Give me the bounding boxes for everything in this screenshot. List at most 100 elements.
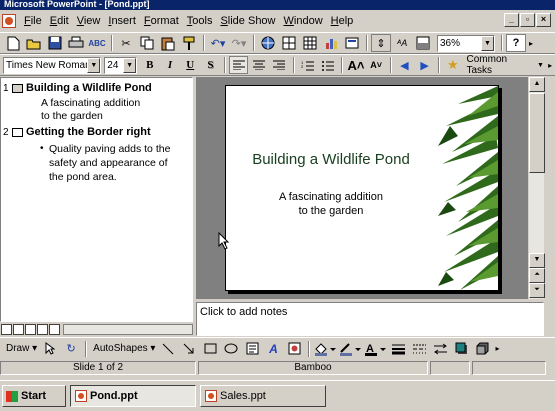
align-left-icon[interactable] — [229, 56, 249, 74]
menu-tools[interactable]: Tools — [183, 12, 217, 30]
menu-format[interactable]: Format — [140, 12, 183, 30]
common-tasks-star-icon[interactable]: ★ — [443, 56, 462, 74]
copy-icon[interactable] — [137, 34, 157, 52]
align-right-icon[interactable] — [270, 56, 289, 74]
start-button[interactable]: Start — [2, 385, 66, 407]
numbering-icon[interactable]: 12 — [298, 56, 317, 74]
slide-show-icon[interactable] — [49, 323, 60, 335]
insert-chart-icon[interactable] — [321, 34, 341, 52]
fill-color-icon[interactable] — [313, 340, 337, 358]
line-icon[interactable] — [158, 340, 178, 358]
zoom-select[interactable]: 36% ▼ — [437, 34, 495, 52]
underline-button[interactable]: U — [181, 56, 200, 74]
menu-file[interactable]: File — [20, 12, 46, 30]
chevron-down-icon[interactable]: ▼ — [87, 57, 101, 73]
scroll-thumb[interactable] — [529, 93, 545, 173]
oval-icon[interactable] — [221, 340, 241, 358]
toolbar-options-icon[interactable]: ▸ — [527, 34, 535, 52]
wordart-icon[interactable]: A — [263, 340, 283, 358]
toolbar-options-icon[interactable]: ▸ — [546, 56, 554, 74]
format-painter-icon[interactable] — [179, 34, 199, 52]
shadow-icon[interactable] — [451, 340, 471, 358]
menu-insert[interactable]: Insert — [104, 12, 140, 30]
italic-button[interactable]: I — [160, 56, 179, 74]
slide-view-icon[interactable] — [25, 323, 36, 335]
new-slide-icon[interactable] — [342, 34, 362, 52]
outline-view-icon[interactable] — [13, 323, 24, 335]
bullets-icon[interactable] — [318, 56, 337, 74]
dash-style-icon[interactable] — [409, 340, 429, 358]
scroll-down-icon[interactable]: ▼ — [529, 253, 545, 268]
font-color-icon[interactable]: A — [363, 340, 387, 358]
arrow-icon[interactable] — [179, 340, 199, 358]
slide-sorter-icon[interactable] — [37, 323, 48, 335]
menu-slide-show[interactable]: Slide Show — [216, 12, 279, 30]
taskbar-item-sales[interactable]: Sales.ppt — [200, 385, 326, 407]
common-tasks-button[interactable]: Common Tasks — [464, 54, 536, 76]
shadow-button[interactable]: S — [201, 56, 220, 74]
line-color-icon[interactable] — [338, 340, 362, 358]
insert-table-icon[interactable] — [300, 34, 320, 52]
chevron-down-icon[interactable]: ▼ — [536, 56, 546, 74]
normal-view-icon[interactable] — [1, 323, 12, 335]
cut-icon[interactable]: ✂ — [116, 34, 136, 52]
slide-subtitle[interactable]: A fascinating addition to the garden — [226, 190, 436, 218]
minimize-icon[interactable]: _ — [504, 13, 519, 27]
align-center-icon[interactable] — [249, 56, 268, 74]
new-icon[interactable] — [3, 34, 23, 52]
clip-art-icon[interactable] — [284, 340, 304, 358]
text-box-icon[interactable] — [242, 340, 262, 358]
slide-pane[interactable]: Building a Wildlife Pond A fascinating a… — [196, 77, 528, 299]
autoshapes-button[interactable]: AutoShapes ▾ — [90, 343, 158, 354]
spelling-icon[interactable]: ABC — [87, 34, 107, 52]
rectangle-icon[interactable] — [200, 340, 220, 358]
show-formatting-icon[interactable]: ᴬA — [392, 34, 412, 52]
decrease-font-icon[interactable]: A˅ — [367, 56, 386, 74]
next-slide-icon[interactable]: ⏷ — [529, 283, 545, 298]
restore-icon[interactable]: ▫ — [520, 13, 535, 27]
save-icon[interactable] — [45, 34, 65, 52]
office-assistant-icon[interactable]: ? — [506, 34, 526, 52]
toolbar-options-icon[interactable]: ▸ — [493, 340, 501, 358]
font-select[interactable]: Times New Roman ▼ — [3, 56, 102, 74]
3d-icon[interactable] — [472, 340, 492, 358]
open-icon[interactable] — [24, 34, 44, 52]
paste-icon[interactable] — [158, 34, 178, 52]
draw-menu-button[interactable]: Draw ▾ — [3, 343, 40, 354]
taskbar-item-pond[interactable]: Pond.ppt — [70, 385, 196, 407]
undo-icon[interactable]: ↶▾ — [208, 34, 228, 52]
close-icon[interactable]: × — [536, 13, 551, 27]
slide-title[interactable]: Building a Wildlife Pond — [226, 151, 436, 168]
menu-window[interactable]: Window — [280, 12, 327, 30]
grayscale-preview-icon[interactable] — [413, 34, 433, 52]
expand-all-icon[interactable]: ⇕ — [371, 34, 391, 52]
font-size-select[interactable]: 24 ▼ — [104, 56, 138, 74]
tables-borders-icon[interactable] — [279, 34, 299, 52]
powerpoint-doc-icon[interactable] — [2, 14, 16, 28]
menu-view[interactable]: View — [73, 12, 105, 30]
hyperlink-icon[interactable] — [258, 34, 278, 52]
select-objects-icon[interactable] — [40, 340, 60, 358]
menu-help[interactable]: Help — [327, 12, 358, 30]
outline-slide-2[interactable]: 2 Getting the Border right — [3, 126, 151, 138]
arrow-style-icon[interactable] — [430, 340, 450, 358]
chevron-down-icon[interactable]: ▼ — [481, 35, 494, 51]
outline-pane[interactable]: 1 Building a Wildlife Pond A fascinating… — [0, 77, 193, 322]
vertical-scrollbar[interactable]: ▲ ▼ ⏶ ⏷ — [528, 77, 545, 299]
line-style-icon[interactable] — [388, 340, 408, 358]
notes-pane[interactable]: Click to add notes — [196, 302, 544, 336]
demote-icon[interactable]: ▶ — [415, 56, 434, 74]
slide-canvas[interactable]: Building a Wildlife Pond A fascinating a… — [225, 85, 499, 291]
menu-edit[interactable]: Edit — [46, 12, 73, 30]
scroll-up-icon[interactable]: ▲ — [529, 77, 545, 92]
previous-slide-icon[interactable]: ⏶ — [529, 268, 545, 283]
free-rotate-icon[interactable]: ↻ — [61, 340, 81, 358]
print-icon[interactable] — [66, 34, 86, 52]
increase-font-icon[interactable]: A˄ — [346, 56, 365, 74]
chevron-down-icon[interactable]: ▼ — [123, 57, 137, 73]
bold-button[interactable]: B — [140, 56, 159, 74]
promote-icon[interactable]: ◀ — [395, 56, 414, 74]
horizontal-scrollbar[interactable] — [63, 323, 193, 335]
outline-slide-1[interactable]: 1 Building a Wildlife Pond — [3, 82, 152, 94]
redo-icon[interactable]: ↷▾ — [229, 34, 249, 52]
